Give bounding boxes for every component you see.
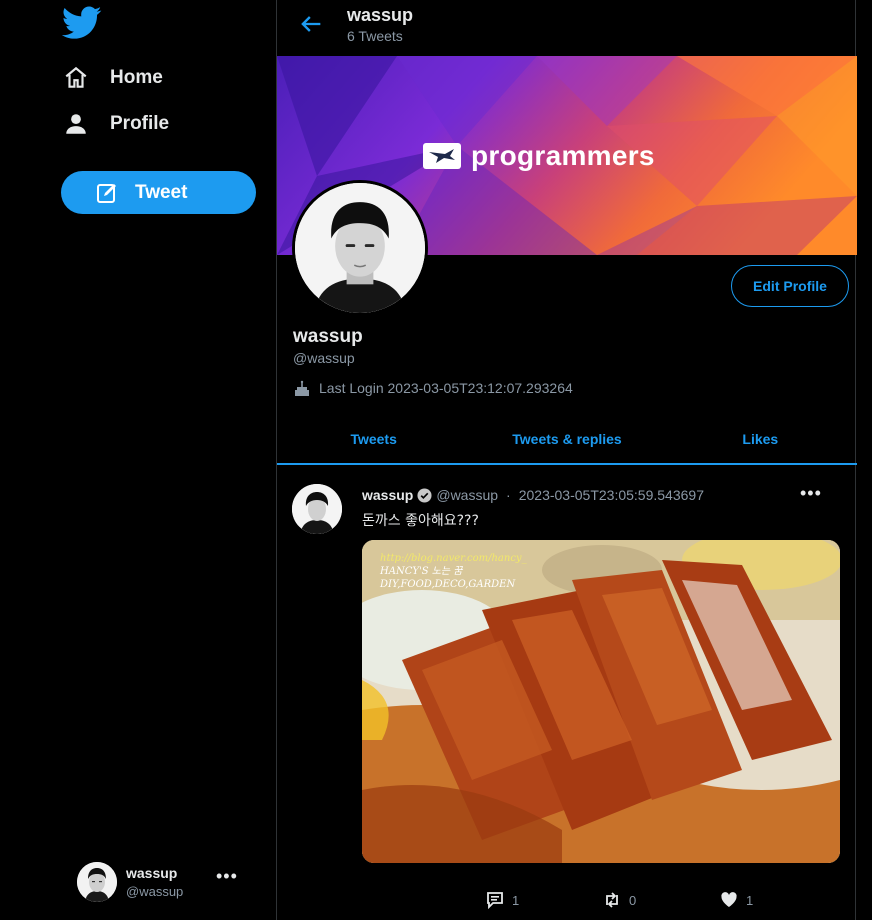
tweet-actions: 1 0 1 [277, 891, 857, 913]
main-column: wassup 6 Tweets programmers Edit Profile… [276, 0, 857, 920]
edit-profile-button[interactable]: Edit Profile [731, 265, 849, 307]
verified-icon [417, 487, 432, 503]
last-login-text: Last Login 2023-03-05T23:12:07.293264 [319, 380, 573, 396]
more-icon[interactable]: ••• [216, 866, 238, 887]
tweet[interactable]: wassup @wassup · 2023-03-05T23:05:59.543… [277, 467, 857, 920]
watermark-line: HANCY'S 노는 꿈 [380, 566, 463, 577]
tweet-image[interactable]: http://blog.naver.com/hancy_ HANCY'S 노는 … [362, 540, 840, 863]
more-icon[interactable]: ••• [800, 483, 822, 504]
comment-icon [487, 892, 503, 909]
arrow-left-icon[interactable] [297, 10, 325, 38]
sidebar-item-profile[interactable]: Profile [62, 106, 169, 142]
home-icon [62, 64, 90, 92]
tab-tweets-replies[interactable]: Tweets & replies [470, 415, 663, 463]
tweet-button-label: Tweet [135, 181, 188, 203]
reply-button[interactable]: 1 [486, 891, 519, 909]
profile-tabs: Tweets Tweets & replies Likes [277, 415, 857, 465]
person-icon [62, 110, 90, 138]
avatar[interactable] [292, 484, 342, 534]
compose-icon [95, 181, 119, 205]
retweet-count: 0 [629, 892, 637, 908]
tweet-text: 돈까스 좋아해요??? [362, 513, 479, 529]
heart-icon [721, 892, 737, 907]
banner-brand: programmers [423, 140, 655, 172]
sidebar-item-home[interactable]: Home [62, 60, 163, 96]
retweet-icon [606, 892, 618, 908]
profile-avatar[interactable] [292, 180, 428, 316]
account-switcher[interactable]: wassup @wassup ••• [77, 860, 257, 902]
programmers-logo-icon [423, 143, 461, 169]
tweet-button[interactable]: Tweet [61, 171, 256, 214]
separator-dot: · [506, 487, 511, 503]
watermark-line: DIY,FOOD,DECO,GARDEN [380, 579, 516, 590]
tab-likes[interactable]: Likes [664, 415, 857, 463]
image-watermark: http://blog.naver.com/hancy_ HANCY'S 노는 … [380, 552, 527, 591]
profile-handle: @wassup [293, 350, 355, 366]
tab-tweets[interactable]: Tweets [277, 415, 470, 463]
retweet-button[interactable]: 0 [603, 891, 636, 909]
cake-icon [295, 380, 309, 396]
tweet-author-name[interactable]: wassup [362, 487, 413, 503]
account-handle: @wassup [126, 884, 184, 899]
tweet-count: 6 Tweets [347, 28, 403, 44]
tweet-timestamp[interactable]: 2023-03-05T23:05:59.543697 [519, 487, 704, 503]
banner-brand-text: programmers [471, 140, 655, 171]
like-count: 1 [746, 892, 754, 908]
watermark-line: http://blog.naver.com/hancy_ [380, 553, 527, 564]
tweet-author-handle[interactable]: @wassup [436, 487, 498, 503]
avatar [77, 862, 117, 902]
sidebar-item-label: Profile [110, 113, 170, 134]
account-name: wassup [126, 865, 178, 881]
like-button[interactable]: 1 [720, 891, 753, 909]
twitter-bird-icon[interactable] [62, 6, 102, 40]
last-login: Last Login 2023-03-05T23:12:07.293264 [293, 379, 573, 397]
profile-header: wassup 6 Tweets [277, 0, 857, 55]
sidebar-item-label: Home [110, 67, 163, 88]
profile-name: wassup [293, 326, 363, 347]
reply-count: 1 [512, 892, 520, 908]
tweet-header: wassup @wassup · 2023-03-05T23:05:59.543… [362, 487, 704, 503]
sidebar: Home Profile Tweet wassup @wassup ••• [0, 0, 276, 920]
page-title: wassup [347, 5, 414, 25]
